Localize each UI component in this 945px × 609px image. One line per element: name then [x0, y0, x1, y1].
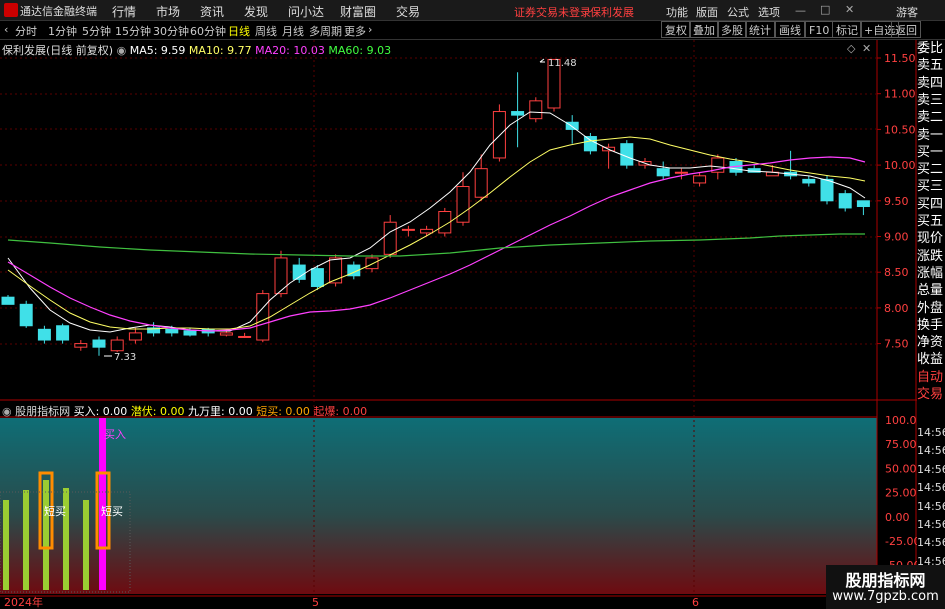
date-label: 5: [312, 596, 319, 609]
buy-signal-bar: [99, 418, 106, 590]
sidebar-item[interactable]: 收益: [917, 351, 945, 368]
price-tick-label: 10.50: [884, 123, 916, 136]
watermark: 股朋指标网 www.7gpzb.com: [826, 565, 945, 609]
candle-body: [820, 178, 834, 202]
sidebar-item[interactable]: 委比: [917, 40, 945, 57]
sidebar-time: 14:56: [917, 518, 945, 531]
sidebar-item[interactable]: 涨幅: [917, 265, 945, 282]
candles-group: [1, 58, 870, 356]
candle-body: [474, 168, 488, 198]
sidebar-time: 14:56: [917, 536, 945, 550]
candle-body: [238, 335, 252, 338]
indicator-tick-label: 75.00: [885, 438, 917, 451]
indicator-tick-label: 50.00: [885, 462, 917, 475]
price-tick-label: 9.50: [884, 195, 909, 208]
candle-body: [856, 200, 870, 208]
sidebar-item[interactable]: 自动: [917, 369, 945, 386]
candle-body: [19, 303, 33, 327]
sidebar-item[interactable]: 换手: [917, 317, 945, 334]
sidebar-item[interactable]: 卖五: [917, 57, 945, 74]
candle-body: [92, 339, 106, 348]
ma20-line: [7, 156, 866, 332]
candle-body: [802, 178, 816, 184]
candle-body: [383, 221, 397, 255]
sidebar-item[interactable]: 买一: [917, 144, 945, 161]
candle-body: [456, 186, 470, 223]
sidebar-time: 14:56: [917, 499, 945, 513]
candle-body: [693, 175, 707, 184]
ma5-line: [7, 111, 866, 333]
price-tick-label: 9.00: [884, 231, 909, 244]
candle-body: [492, 111, 506, 159]
candle-body: [656, 168, 670, 177]
sidebar-item[interactable]: 买三: [917, 178, 945, 195]
candle-body: [674, 171, 688, 174]
indicator-tick-label: 100.0: [885, 414, 917, 427]
candle-body: [838, 193, 852, 209]
watermark-url: www.7gpzb.com: [832, 589, 939, 604]
high-price-label: 11.48: [548, 58, 577, 69]
date-label: 6: [692, 596, 699, 609]
candle-body: [165, 328, 179, 334]
candle-body: [74, 343, 88, 348]
sidebar-item[interactable]: 交易: [917, 386, 945, 403]
price-tick-label: 10.00: [884, 159, 916, 172]
buy-mark-label: 买入: [104, 428, 126, 441]
candle-body: [219, 332, 233, 336]
candle-body: [183, 330, 197, 336]
price-tick-label: 8.00: [884, 302, 909, 315]
high-marker: 11.48: [539, 58, 577, 69]
indicator-background: [0, 418, 877, 594]
price-axis: 11.50 11.00 10.50 10.00 9.50 9.00 8.50 8.00 7.50: [877, 52, 916, 351]
sidebar-item[interactable]: 总量: [917, 282, 945, 299]
candle-body: [128, 332, 142, 341]
watermark-title: 股朋指标网: [845, 571, 926, 590]
candle-body: [110, 339, 124, 352]
kline-chart[interactable]: 11.48 7.33 11.50 11.00 10.50 10.00 9.50 9.00 8…: [0, 0, 945, 609]
candle-body: [529, 100, 543, 120]
sidebar-item[interactable]: 买二: [917, 161, 945, 178]
indicator-tick-label: -25.00: [885, 535, 920, 548]
candle-body: [1, 296, 15, 305]
sidebar-item[interactable]: 卖四: [917, 75, 945, 92]
candle-body: [511, 111, 525, 116]
price-tick-label: 11.50: [884, 52, 916, 65]
sidebar-item[interactable]: 买五: [917, 213, 945, 230]
sidebar-item[interactable]: 外盘: [917, 300, 945, 317]
sidebar-time: 14:56: [917, 462, 945, 476]
price-tick-label: 8.50: [884, 266, 909, 279]
sidebar-item[interactable]: 卖一: [917, 127, 945, 144]
indicator-tick-label: 0.00: [885, 511, 910, 524]
sidebar-item[interactable]: 卖二: [917, 109, 945, 126]
price-tick-label: 7.50: [884, 338, 909, 351]
low-price-label: 7.33: [114, 352, 136, 363]
date-label: 2024年: [4, 595, 43, 609]
sidebar-item[interactable]: 涨跌: [917, 248, 945, 265]
sidebar-time: 14:56: [917, 444, 945, 458]
sidebar-item[interactable]: 现价: [917, 230, 945, 247]
sidebar-item[interactable]: 净资: [917, 334, 945, 351]
candle-body: [401, 228, 415, 231]
low-marker: 7.33: [104, 352, 136, 363]
candle-body: [365, 257, 379, 270]
sidebar-time: 14:56: [917, 481, 945, 495]
candle-body: [256, 293, 270, 341]
short-buy-label: 短买: [101, 504, 123, 518]
price-tick-label: 11.00: [884, 88, 916, 101]
quote-sidebar: 委比 卖五 卖四 卖三 卖二 卖一 买一 买二 买三 买四 买五 现价 涨跌 涨幅 总量 外盘 换手 净资 收益 自动…: [917, 40, 945, 609]
sidebar-item[interactable]: 买四: [917, 196, 945, 213]
candle-body: [329, 257, 343, 284]
candle-body: [583, 136, 597, 152]
candle-body: [310, 268, 324, 287]
candle-body: [620, 143, 634, 166]
sidebar-item[interactable]: 卖三: [917, 92, 945, 109]
sidebar-time: 14:56: [917, 426, 945, 439]
candle-body: [37, 328, 51, 341]
candle-body: [274, 257, 288, 295]
indicator-tick-label: 25.00: [885, 487, 917, 500]
short-buy-label: 短买: [44, 504, 66, 518]
candle-body: [56, 325, 70, 341]
candle-body: [420, 228, 434, 234]
